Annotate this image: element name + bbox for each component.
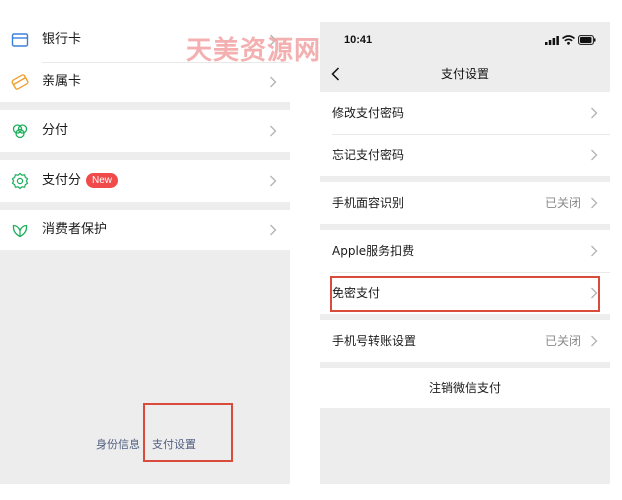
watermark: 天美资源网 — [186, 36, 322, 66]
consumer-protection-icon — [12, 224, 28, 238]
signal-icon — [545, 36, 559, 45]
identity-info-link[interactable]: 身份信息 — [96, 438, 140, 452]
wallet-menu-panel: 银行卡 亲属卡 分付 支付分 New 消费者保护 身份信息 支付设置 — [0, 0, 290, 484]
settings-item-forgot-password[interactable]: 忘记支付密码 — [320, 134, 610, 176]
page-title: 支付设置 — [440, 67, 489, 81]
chevron-right-icon — [270, 175, 277, 187]
family-card-icon — [11, 74, 29, 90]
chevron-right-icon — [591, 197, 598, 209]
menu-item-family-card[interactable]: 亲属卡 — [0, 62, 290, 102]
chevron-right-icon — [270, 125, 277, 137]
settings-item-label: 修改支付密码 — [332, 106, 405, 120]
settings-item-label: 忘记支付密码 — [332, 148, 405, 162]
status-value: 已关闭 — [544, 334, 581, 348]
menu-item-consumer-protection[interactable]: 消费者保护 — [0, 210, 290, 250]
payment-settings-screen: 10:41 支付设置 修改支付密码 忘记支付密码 手机面容识别 已关闭 Appl… — [320, 22, 610, 484]
settings-item-label: 手机号转账设置 — [332, 334, 417, 348]
chevron-right-icon — [591, 149, 598, 161]
chevron-right-icon — [591, 245, 598, 257]
chevron-right-icon — [270, 76, 277, 88]
battery-icon — [578, 35, 596, 45]
menu-item-label: 分付 — [42, 123, 69, 138]
highlight-box — [143, 403, 233, 462]
chevron-right-icon — [270, 224, 277, 236]
fenfu-icon — [12, 124, 28, 139]
status-time: 10:41 — [344, 34, 373, 46]
new-badge: New — [86, 173, 119, 188]
settings-item-label: 手机面容识别 — [332, 196, 405, 210]
settings-item-change-password[interactable]: 修改支付密码 — [320, 92, 610, 134]
menu-item-label: 消费者保护 — [42, 222, 108, 237]
menu-item-fenfu[interactable]: 分付 — [0, 110, 290, 152]
highlight-box — [330, 276, 600, 312]
payment-score-icon — [11, 172, 29, 190]
settings-item-face-id[interactable]: 手机面容识别 已关闭 — [320, 182, 610, 224]
chevron-right-icon — [591, 335, 598, 347]
menu-item-payment-score[interactable]: 支付分 — [0, 160, 290, 202]
menu-item-label: 银行卡 — [42, 32, 82, 47]
menu-item-label: 亲属卡 — [42, 74, 82, 89]
settings-item-label: Apple服务扣费 — [332, 244, 415, 258]
chevron-right-icon — [591, 107, 598, 119]
status-value: 已关闭 — [544, 196, 581, 210]
menu-item-label: 支付分 — [42, 173, 82, 188]
settings-item-phone-transfer[interactable]: 手机号转账设置 已关闭 — [320, 320, 610, 362]
settings-item-apple-services[interactable]: Apple服务扣费 — [320, 230, 610, 272]
deregister-button[interactable]: 注销微信支付 — [320, 368, 610, 408]
deregister-label: 注销微信支付 — [428, 381, 501, 395]
wifi-icon — [562, 35, 575, 45]
bank-card-icon — [11, 33, 29, 47]
